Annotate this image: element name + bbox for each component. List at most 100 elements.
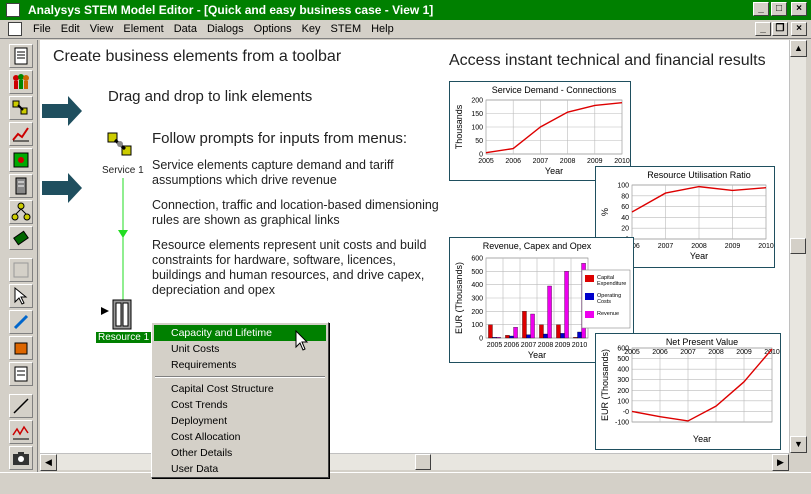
scroll-left-icon[interactable]: ◀ — [40, 454, 57, 471]
x-tick-label: 2007 — [680, 349, 696, 356]
link-line[interactable] — [115, 178, 131, 306]
heading-right: Access instant technical and financial r… — [449, 52, 766, 69]
resource-element-tool[interactable] — [9, 174, 33, 198]
pencil-icon — [13, 314, 29, 330]
resource-label[interactable]: Resource 1 — [96, 332, 152, 343]
mdi-close-button[interactable]: × — [791, 22, 807, 36]
menu-bar: File Edit View Element Data Dialogs Opti… — [0, 20, 811, 39]
y-tick-label: 300 — [471, 296, 483, 303]
transformation-element-tool[interactable] — [9, 96, 33, 120]
function-element-tool[interactable] — [9, 226, 33, 250]
minimize-button[interactable]: _ — [753, 2, 769, 16]
maximize-button[interactable]: □ — [771, 2, 787, 16]
x-axis-label: Year — [545, 166, 563, 176]
x-tick-label: 2009 — [555, 342, 571, 349]
y-tick-label: 80 — [621, 193, 629, 200]
close-button[interactable]: × — [791, 2, 807, 16]
y-axis-label: EUR (Thousands) — [454, 262, 464, 334]
y-tick-label: 600 — [471, 256, 483, 263]
menu-key[interactable]: Key — [297, 23, 326, 35]
legend-label: Expenditure — [597, 281, 626, 287]
link-element-tool[interactable] — [9, 200, 33, 224]
bar-capital-expenditure — [505, 335, 510, 339]
bar-operating-costs — [560, 333, 565, 339]
chip-icon — [13, 230, 29, 246]
box-icon — [14, 342, 28, 355]
menu-stem[interactable]: STEM — [326, 23, 367, 35]
results-element-tool[interactable] — [9, 362, 33, 386]
x-tick-label: 2010 — [572, 342, 588, 349]
status-bar — [0, 472, 811, 494]
resource-description: Resource elements represent unit costs a… — [152, 238, 427, 297]
menu-item-deployment[interactable]: Deployment — [154, 413, 326, 429]
bar-operating-costs — [577, 331, 582, 339]
x-tick-label: 2006 — [652, 349, 668, 356]
menu-item-requirements[interactable]: Requirements — [154, 357, 326, 373]
graph-tool[interactable] — [9, 420, 33, 444]
people-icon — [13, 74, 29, 89]
x-tick-label: 2010 — [614, 158, 630, 165]
chart-title: Net Present Value — [666, 337, 738, 347]
x-tick-label: 2009 — [725, 243, 741, 250]
service-element-tool[interactable] — [9, 44, 33, 68]
arrow-right-icon — [42, 96, 82, 126]
x-tick-label: 2010 — [758, 243, 774, 250]
line-tool[interactable] — [9, 394, 33, 418]
arrow-right-icon — [42, 173, 82, 203]
y-tick-label: 300 — [617, 377, 629, 384]
y-axis-label: % — [600, 208, 610, 216]
mdi-minimize-button[interactable]: _ — [755, 22, 771, 36]
service-label[interactable]: Service 1 — [102, 165, 144, 176]
network-element-tool[interactable] — [9, 70, 33, 94]
series-line — [631, 348, 773, 422]
menu-item-other-details[interactable]: Other Details — [154, 445, 326, 461]
x-tick-label: 2008 — [708, 349, 724, 356]
template-element-tool[interactable] — [9, 284, 33, 308]
location-element-tool[interactable] — [9, 148, 33, 172]
menu-element[interactable]: Element — [118, 23, 168, 35]
menu-view[interactable]: View — [85, 23, 119, 35]
menu-item-cost-allocation[interactable]: Cost Allocation — [154, 429, 326, 445]
bar-operating-costs — [492, 337, 497, 339]
rate-element-tool[interactable] — [9, 122, 33, 146]
group-element-tool[interactable] — [9, 258, 33, 282]
graph-icon — [12, 425, 29, 440]
y-tick-label: 500 — [617, 356, 629, 363]
y-axis-label: Thousands — [454, 104, 464, 149]
menu-item-user-data[interactable]: User Data — [154, 461, 326, 477]
menu-help[interactable]: Help — [366, 23, 399, 35]
camera-tool[interactable] — [9, 446, 33, 470]
scroll-thumb[interactable] — [415, 454, 431, 470]
scroll-right-icon[interactable]: ▶ — [772, 454, 789, 471]
scroll-up-icon[interactable]: ▲ — [790, 40, 807, 57]
plot-frame — [631, 347, 773, 423]
link-description: Connection, traffic and location-based d… — [152, 198, 439, 227]
menu-item-cost-trends[interactable]: Cost Trends — [154, 397, 326, 413]
bar-capital-expenditure — [573, 337, 578, 339]
menu-options[interactable]: Options — [249, 23, 297, 35]
x-tick-label: 2008 — [560, 158, 576, 165]
resource-element-icon[interactable] — [110, 298, 134, 332]
series-line — [485, 102, 623, 154]
menu-file[interactable]: File — [28, 23, 56, 35]
service-element-icon[interactable] — [104, 130, 138, 162]
y-tick-label: 150 — [471, 111, 483, 118]
mdi-restore-button[interactable]: ❐ — [772, 22, 788, 36]
scroll-thumb[interactable] — [790, 238, 806, 254]
edit-element-tool[interactable] — [9, 310, 33, 334]
x-tick-label: 2009 — [736, 349, 752, 356]
menu-edit[interactable]: Edit — [56, 23, 85, 35]
y-tick-label: 200 — [617, 388, 629, 395]
y-tick-label: 20 — [621, 226, 629, 233]
chart-npv[interactable]: Net Present Value -100 -0 100 200 300 400 500 60… — [595, 333, 781, 450]
menu-data[interactable]: Data — [169, 23, 202, 35]
scroll-down-icon[interactable]: ▼ — [790, 436, 807, 453]
x-tick-label: 2009 — [587, 158, 603, 165]
document-icon[interactable] — [8, 22, 22, 36]
app-icon[interactable] — [6, 3, 20, 17]
collection-element-tool[interactable] — [9, 336, 33, 360]
menu-dialogs[interactable]: Dialogs — [202, 23, 249, 35]
vertical-scrollbar[interactable]: ▲ ▼ — [789, 40, 807, 453]
menu-item-capital-cost-structure[interactable]: Capital Cost Structure — [154, 381, 326, 397]
line-icon — [13, 398, 29, 414]
